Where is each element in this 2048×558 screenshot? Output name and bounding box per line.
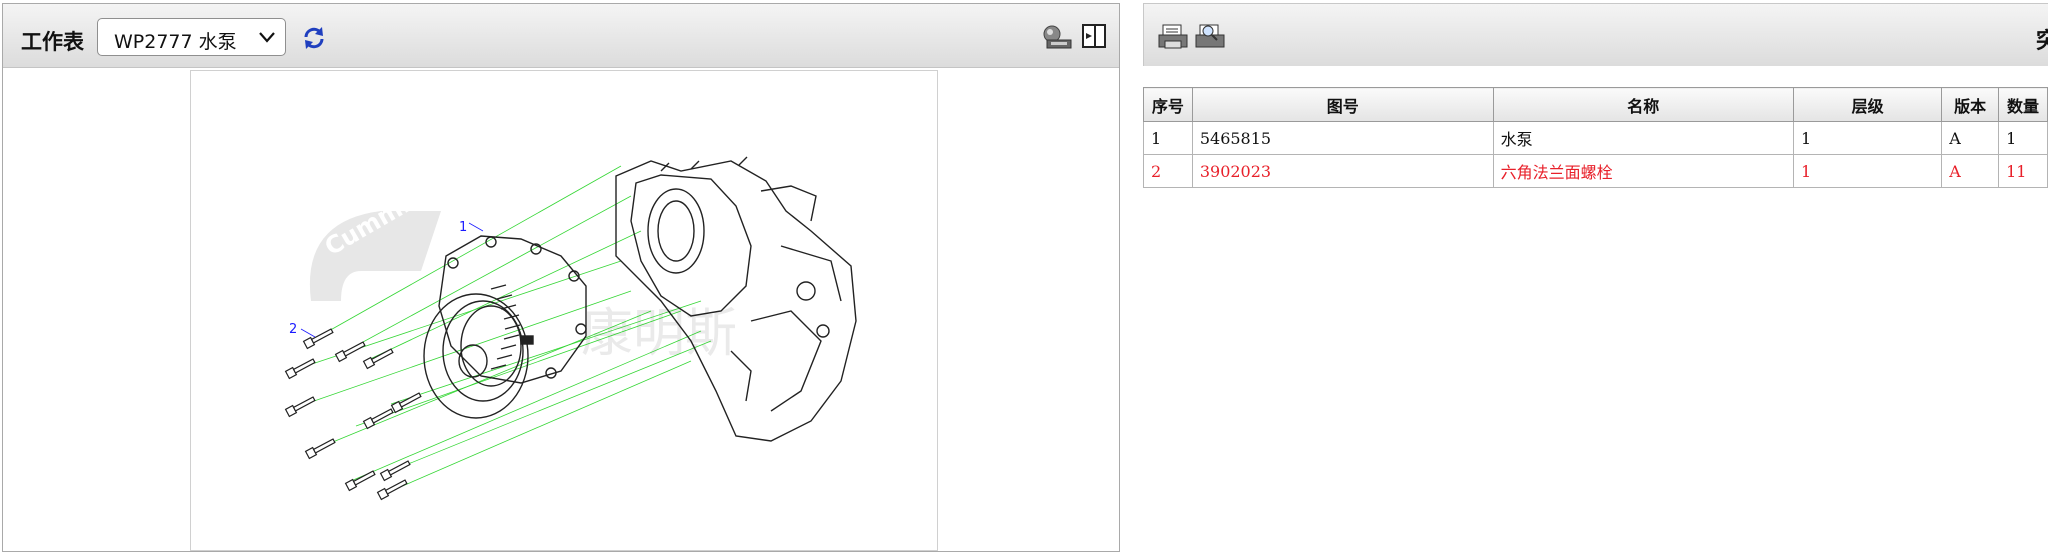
table-row[interactable]: 1 5465815 水泵 1 A 1 [1143,121,2048,155]
cell-part-no: 3902023 [1191,154,1494,188]
cell-seq: 1 [1143,121,1193,155]
export-panel-icon[interactable] [1081,23,1107,49]
parts-toolbar: 突 [1143,3,2048,66]
print-preview-icon[interactable] [1194,23,1226,51]
cell-seq: 2 [1143,154,1193,188]
parts-table: 序号 图号 名称 层级 版本 数量 1 5465815 水泵 1 A 1 2 3… [1143,87,2048,188]
table-header-row: 序号 图号 名称 层级 版本 数量 [1143,87,2048,122]
drawing-panel: 工作表 WP2777 水泵 Cummins 康明斯 1 2 [2,3,1120,552]
column-header-qty[interactable]: 数量 [1998,87,2048,122]
watermark-text: 康明斯 [581,304,737,364]
column-header-name[interactable]: 名称 [1492,87,1795,122]
column-header-level[interactable]: 层级 [1793,87,1943,122]
chevron-down-icon [259,32,275,43]
worksheet-select-value: WP2777 水泵 [114,31,237,53]
column-header-version[interactable]: 版本 [1941,87,2000,122]
engine-housing [615,156,857,442]
refresh-icon[interactable] [301,25,327,51]
drawing-canvas[interactable]: Cummins 康明斯 1 2 [190,70,938,551]
callout-2[interactable]: 2 [289,322,297,337]
cell-qty: 1 [1998,121,2048,155]
cell-part-no: 5465815 [1191,121,1494,155]
cell-qty: 11 [1998,154,2048,188]
cell-name: 水泵 [1492,121,1795,155]
worksheet-select[interactable]: WP2777 水泵 [97,18,286,56]
table-row-selected[interactable]: 2 3902023 六角法兰面螺栓 1 A 11 [1143,154,2048,188]
print-icon[interactable] [1157,23,1189,51]
view-options-icon[interactable] [1039,24,1073,52]
cell-version: A [1941,121,2000,155]
toolbar-cut-text: 突 [2036,29,2048,54]
worksheet-label: 工作表 [21,30,84,54]
callout-1[interactable]: 1 [459,220,467,235]
cell-name: 六角法兰面螺栓 [1492,154,1795,188]
column-header-seq[interactable]: 序号 [1143,87,1193,122]
cell-version: A [1941,154,2000,188]
cell-level: 1 [1793,154,1943,188]
column-header-part-no[interactable]: 图号 [1191,87,1494,122]
flange-bolts [284,328,422,501]
drawing-toolbar: 工作表 WP2777 水泵 [3,4,1119,68]
cell-level: 1 [1793,121,1943,155]
water-pump-exploded-drawing: Cummins 康明斯 1 2 [284,156,857,501]
